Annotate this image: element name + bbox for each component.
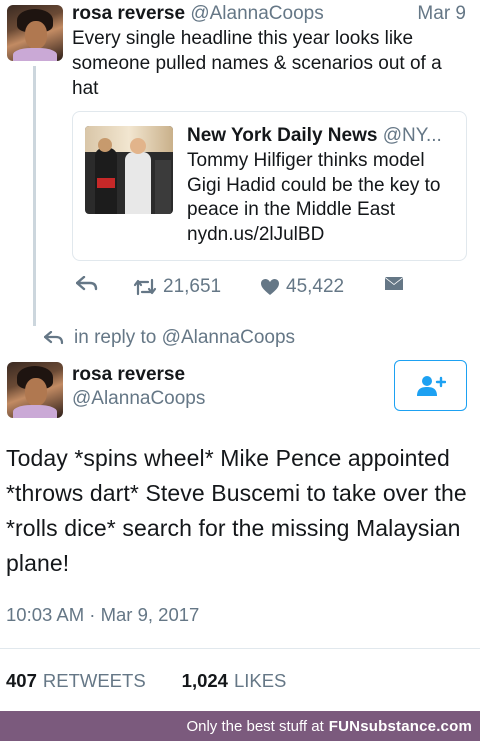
- tweet-timestamp[interactable]: 10:03 AM · Mar 9, 2017: [6, 604, 199, 626]
- watermark-footer: Only the best stuff at FUNsubstance.com: [0, 711, 480, 741]
- reply-button[interactable]: [76, 276, 98, 292]
- likes-label: LIKES: [233, 670, 287, 691]
- envelope-icon: [385, 277, 403, 290]
- quoted-tweet-link[interactable]: nydn.us/2lJulBD: [187, 224, 324, 245]
- in-reply-to-text: in reply to @AlannaCoops: [74, 327, 296, 348]
- thread-line: [33, 66, 36, 326]
- tweet-date[interactable]: Mar 9: [417, 3, 466, 25]
- divider: [0, 648, 480, 649]
- tweet-text: Today *spins wheel* Mike Pence appointed…: [6, 445, 467, 576]
- like-button[interactable]: 45,422: [260, 276, 344, 298]
- retweets-stat[interactable]: 407 RETWEETS: [6, 670, 146, 692]
- author-handle[interactable]: @AlannaCoops: [190, 3, 323, 24]
- retweet-button[interactable]: 21,651: [133, 276, 221, 298]
- quoted-source-name: New York Daily News: [187, 125, 378, 146]
- tweet-header: rosa reverse @AlannaCoops: [72, 3, 472, 25]
- author-handle[interactable]: @AlannaCoops: [72, 388, 205, 410]
- author-name[interactable]: rosa reverse: [72, 364, 185, 386]
- quoted-tweet-header: New York Daily News @NY...: [187, 124, 462, 148]
- direct-message-button[interactable]: [384, 276, 404, 292]
- follow-button[interactable]: [394, 360, 467, 411]
- quoted-tweet-card[interactable]: New York Daily News @NY... Tommy Hilfige…: [72, 111, 467, 261]
- avatar[interactable]: [7, 362, 63, 418]
- add-user-icon: [416, 375, 446, 396]
- reply-icon: [76, 276, 98, 291]
- footer-text: Only the best stuff at: [186, 717, 324, 735]
- likes-count: 1,024: [181, 670, 228, 691]
- like-count: 45,422: [286, 276, 345, 297]
- in-reply-to[interactable]: in reply to @AlannaCoops: [44, 327, 295, 349]
- retweet-count: 21,651: [163, 276, 222, 297]
- quoted-source-handle: @NY...: [382, 125, 442, 146]
- quoted-tweet-text: Tommy Hilfiger thinks model Gigi Hadid c…: [187, 150, 441, 220]
- quoted-tweet-image[interactable]: [85, 126, 173, 214]
- tweet-text: Every single headline this year looks li…: [72, 28, 442, 99]
- likes-stat[interactable]: 1,024 LIKES: [182, 670, 287, 692]
- footer-brand: FUNsubstance.com: [328, 717, 472, 735]
- reply-icon: [44, 331, 64, 345]
- retweets-count: 407: [6, 670, 37, 691]
- tweet-stats: 407 RETWEETS 1,024 LIKES: [6, 670, 286, 692]
- avatar[interactable]: [7, 5, 63, 61]
- heart-icon: [261, 279, 279, 295]
- quoted-tweet-body: Tommy Hilfiger thinks model Gigi Hadid c…: [187, 149, 462, 247]
- author-name[interactable]: rosa reverse: [72, 3, 185, 24]
- retweets-label: RETWEETS: [42, 670, 146, 691]
- retweet-icon: [133, 278, 157, 296]
